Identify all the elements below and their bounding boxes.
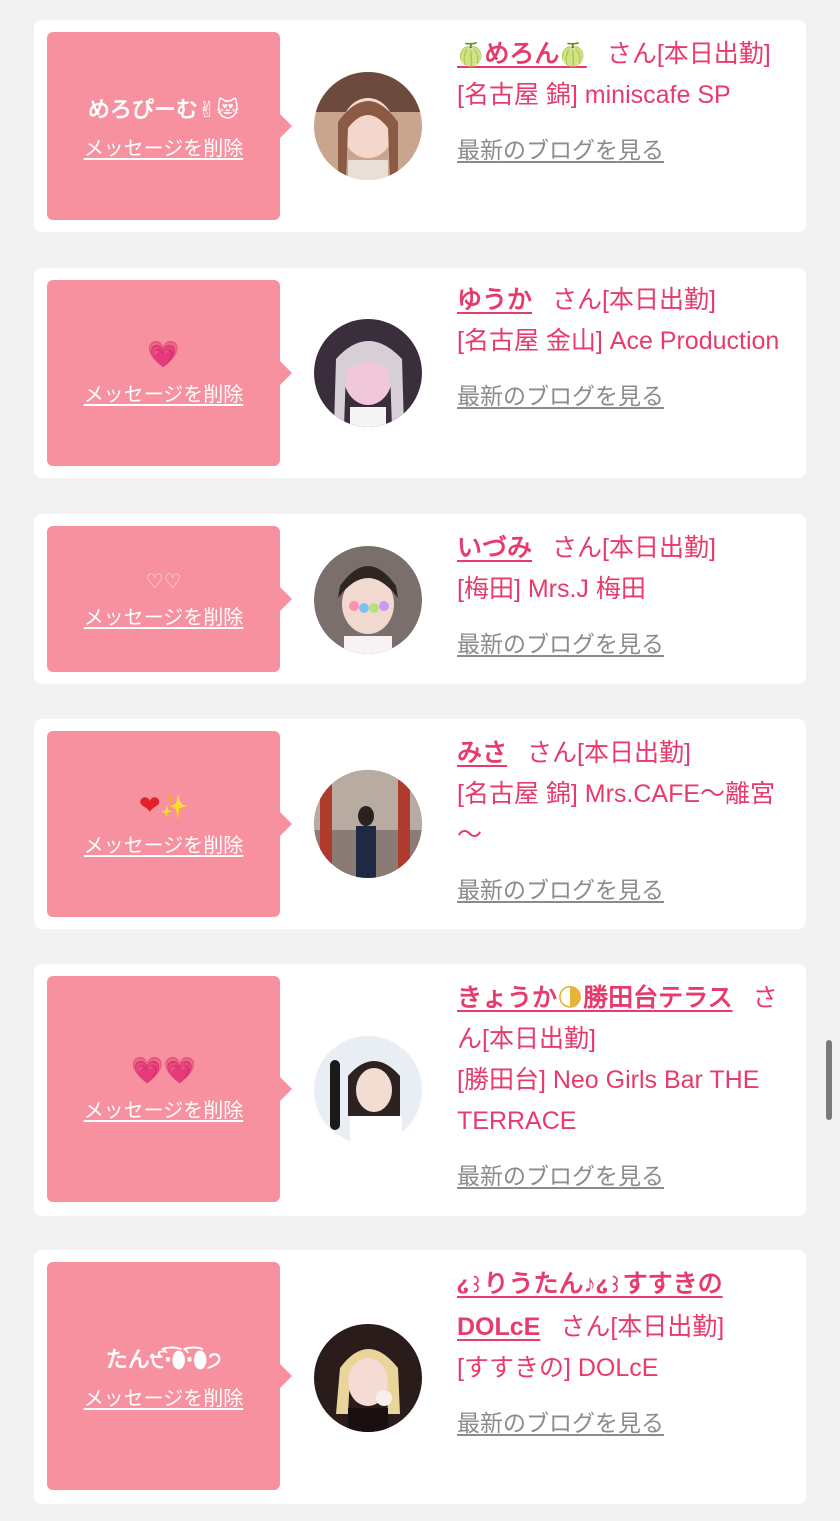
card-info: きょうか🌗勝田台テラス さん[本日出勤] [勝田台] Neo Girls Bar …: [457, 978, 793, 1197]
shop-text: [勝田台] Neo Girls Bar THE TERRACE: [457, 1066, 760, 1135]
card-info: ໒꒱りうたん♪໒꒱すすきのDOLcE さん[本日出勤] [すすきの] DOLcE …: [457, 1264, 793, 1444]
message-bubble: 💗💗 メッセージを削除: [47, 976, 292, 1202]
blog-link[interactable]: 最新のブログを見る: [457, 1156, 664, 1197]
scrollbar[interactable]: [826, 1040, 832, 1120]
card-info: ゆうか さん[本日出勤] [名古屋 金山] Ace Production 最新のブ…: [457, 280, 793, 417]
message-text: ♡♡: [145, 568, 182, 593]
avatar[interactable]: [314, 1324, 422, 1432]
delete-message-link[interactable]: メッセージを削除: [84, 829, 244, 858]
shop-text: [名古屋 金山] Ace Production: [457, 327, 780, 355]
message-text: たん੯‧̀͡⬮‧̀͡⬮੭: [105, 1347, 222, 1373]
message-bubble: 💗 メッセージを削除: [47, 280, 292, 466]
melon-icon: 🍈: [457, 42, 485, 67]
message-text: ❤✨: [139, 791, 188, 821]
avatar-photo-icon: [314, 1324, 422, 1432]
favorite-card: ❤✨ メッセージを削除 みさ さん[本日出勤] [名古屋 錦] Mrs.CAFE～…: [34, 719, 806, 929]
status-text: さん[本日出勤]: [527, 739, 691, 767]
favorite-card: 💗 メッセージを削除 ゆうか さん[本日出勤] [名古屋 金山] Ace Prod…: [34, 268, 806, 478]
melon-icon: 🍈: [559, 42, 587, 67]
girl-name-link[interactable]: いづみ: [457, 534, 532, 562]
sparkles-icon: ✨: [160, 794, 189, 820]
blog-link[interactable]: 最新のブログを見る: [457, 1403, 664, 1444]
girl-name-link[interactable]: きょうか🌗勝田台テラス: [457, 984, 733, 1012]
girl-name-link[interactable]: 🍈めろん🍈: [457, 40, 587, 68]
girl-name-link[interactable]: ゆうか: [457, 286, 532, 314]
favorite-card: たん੯‧̀͡⬮‧̀͡⬮੭ メッセージを削除 ໒꒱りうたん♪໒꒱すすきのDOLcE…: [34, 1250, 806, 1504]
shop-text: [すすきの] DOLcE: [457, 1354, 659, 1382]
favorite-card: めろぴーむ✌😻 メッセージを削除 🍈めろん🍈 さん[本日出勤] [名古屋 錦] m…: [34, 20, 806, 232]
avatar[interactable]: [314, 546, 422, 654]
status-text: さん[本日出勤]: [560, 1313, 725, 1341]
message-bubble: ❤✨ メッセージを削除: [47, 731, 292, 917]
status-text: さん[本日出勤]: [606, 40, 771, 68]
message-text: めろぴーむ✌😻: [87, 97, 240, 123]
moon-icon: 🌗: [557, 984, 584, 1012]
favorite-card: 💗💗 メッセージを削除 きょうか🌗勝田台テラス さん[本日出勤] [勝田台] Ne…: [34, 964, 806, 1216]
avatar-photo-icon: [314, 1036, 422, 1144]
avatar-photo-icon: [314, 546, 422, 654]
message-bubble: たん੯‧̀͡⬮‧̀͡⬮੭ メッセージを削除: [47, 1262, 292, 1490]
message-bubble: めろぴーむ✌😻 メッセージを削除: [47, 32, 292, 220]
blog-link[interactable]: 最新のブログを見る: [457, 870, 664, 911]
delete-message-link[interactable]: メッセージを削除: [84, 132, 244, 161]
blog-link[interactable]: 最新のブログを見る: [457, 376, 664, 417]
card-info: いづみ さん[本日出勤] [梅田] Mrs.J 梅田 最新のブログを見る: [457, 528, 793, 665]
shop-text: [名古屋 錦] miniscafe SP: [457, 81, 731, 109]
avatar[interactable]: [314, 319, 422, 427]
message-text: 💗: [147, 339, 180, 370]
avatar[interactable]: [314, 72, 422, 180]
girl-name-link[interactable]: みさ: [457, 739, 507, 767]
avatar-photo-icon: [314, 72, 422, 180]
delete-message-link[interactable]: メッセージを削除: [84, 601, 244, 630]
delete-message-link[interactable]: メッセージを削除: [84, 1094, 244, 1123]
message-bubble: ♡♡ メッセージを削除: [47, 526, 292, 672]
status-text: さん[本日出勤]: [552, 534, 716, 562]
card-info: 🍈めろん🍈 さん[本日出勤] [名古屋 錦] miniscafe SP 最新のブロ…: [457, 34, 793, 171]
status-text: さん[本日出勤]: [552, 286, 716, 314]
avatar[interactable]: [314, 770, 422, 878]
blog-link[interactable]: 最新のブログを見る: [457, 130, 664, 171]
message-text: 💗💗: [131, 1055, 196, 1086]
avatar-photo-icon: [314, 319, 422, 427]
avatar-photo-icon: [314, 770, 422, 878]
shop-text: [名古屋 錦] Mrs.CAFE～離宮～: [457, 780, 776, 849]
shop-text: [梅田] Mrs.J 梅田: [457, 575, 646, 603]
avatar[interactable]: [314, 1036, 422, 1144]
card-info: みさ さん[本日出勤] [名古屋 錦] Mrs.CAFE～離宮～ 最新のブログを見…: [457, 733, 793, 911]
delete-message-link[interactable]: メッセージを削除: [84, 1382, 244, 1411]
delete-message-link[interactable]: メッセージを削除: [84, 378, 244, 407]
blog-link[interactable]: 最新のブログを見る: [457, 624, 664, 665]
favorite-card: ♡♡ メッセージを削除 いづみ さん[本日出勤] [梅田] Mrs.J 梅田 最新…: [34, 514, 806, 684]
red-heart-icon: ❤: [138, 790, 161, 821]
